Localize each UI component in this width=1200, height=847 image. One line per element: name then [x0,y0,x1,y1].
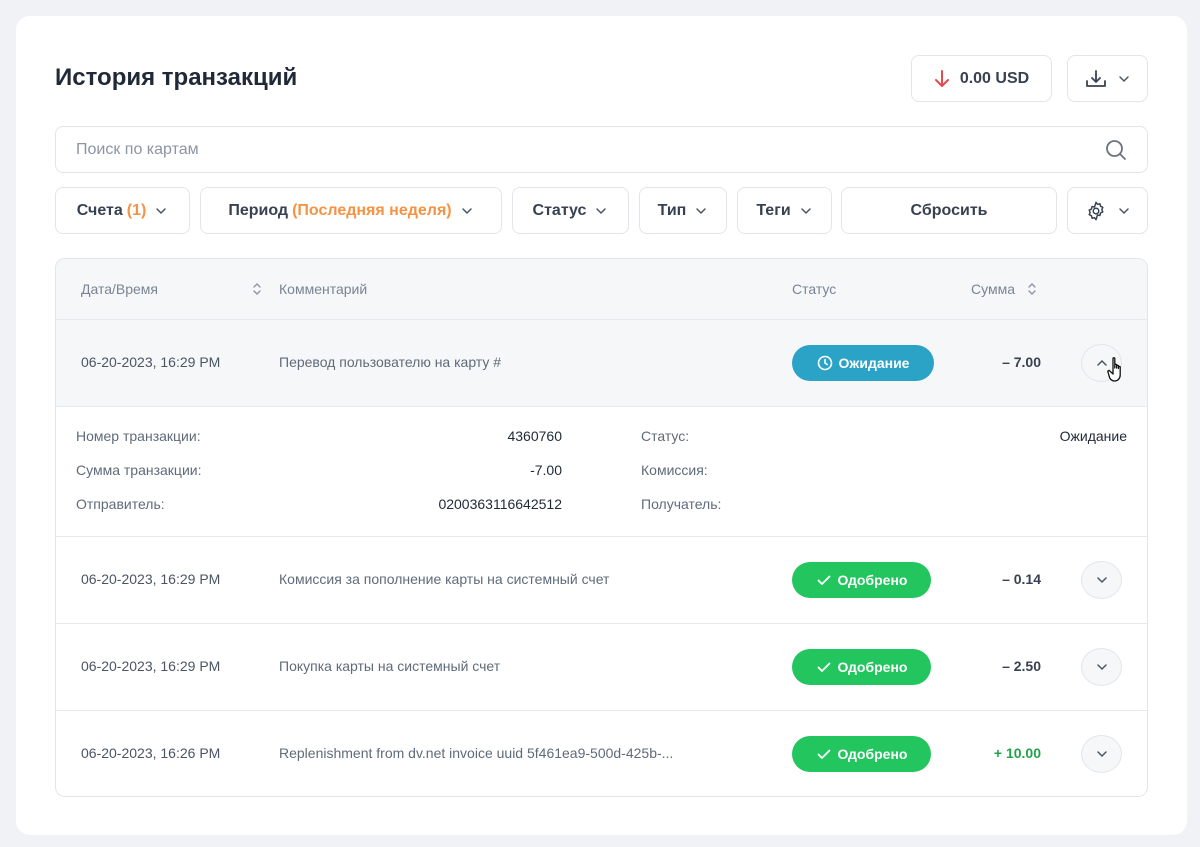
sort-icon[interactable] [1027,281,1037,297]
column-status-label: Статус [792,281,837,297]
filter-type[interactable]: Тип [639,187,727,234]
chevron-down-icon [696,207,707,214]
row-datetime: 06-20-2023, 16:29 PM [81,354,221,370]
settings-button[interactable] [1067,187,1148,234]
filter-status[interactable]: Статус [512,187,629,234]
reset-filters-label: Сбросить [910,201,988,219]
detail-status: Ожидание [1059,428,1127,444]
download-button[interactable] [1067,55,1148,102]
row-comment: Replenishment from dv.net invoice uuid 5… [279,745,674,761]
balance-button[interactable]: 0.00 USD [911,55,1052,102]
detail-sender: 0200363116642512 [438,496,562,512]
chevron-down-icon [1096,664,1107,671]
column-status: Статус [792,281,836,297]
search-input[interactable] [76,140,1105,159]
row-comment: Перевод пользователю на карту # [279,354,502,370]
column-datetime-label: Дата/Время [81,281,159,297]
expand-row-button[interactable] [1081,735,1122,773]
table-row[interactable]: 06-20-2023, 16:29 PM Комиссия за пополне… [56,537,1147,624]
chevron-down-icon [1096,751,1107,758]
row-amount: – 7.00 [1002,354,1041,370]
check-icon [817,662,830,672]
column-amount[interactable]: Сумма [971,281,1037,297]
filter-tags[interactable]: Теги [737,187,832,234]
status-badge-label: Одобрено [837,746,908,762]
filter-status-label: Статус [532,201,587,219]
column-datetime[interactable]: Дата/Время [81,281,262,297]
page-title: История транзакций [55,64,298,91]
row-comment: Комиссия за пополнение карты на системны… [279,571,610,587]
detail-tx-number: 4360760 [507,428,562,444]
filter-period-value: (Последняя неделя) [292,201,452,219]
balance-value: 0.00 USD [959,69,1030,87]
filter-accounts[interactable]: Счета (1) [55,187,190,234]
table-row[interactable]: 06-20-2023, 16:29 PM Покупка карты на си… [56,624,1147,711]
search-icon[interactable] [1105,139,1127,161]
expand-row-button[interactable] [1081,561,1122,599]
status-badge-label: Ожидание [838,355,910,371]
download-icon [1085,69,1106,87]
detail-sender-label: Отправитель: [76,496,165,512]
table-row[interactable]: 06-20-2023, 16:29 PM Перевод пользовател… [56,320,1147,407]
filter-period[interactable]: Период (Последняя неделя) [200,187,502,234]
detail-status-label: Статус: [641,428,690,444]
row-amount: + 10.00 [993,745,1041,761]
chevron-down-icon [461,207,472,214]
detail-fee-label: Комиссия: [641,462,708,478]
transactions-table: Дата/Время Комментарий Статус Сумма 06-2… [55,258,1148,797]
chevron-down-icon [596,207,607,214]
clock-icon [817,355,832,371]
status-badge: Одобрено [792,736,931,772]
row-amount: – 2.50 [1002,658,1041,674]
sort-icon[interactable] [252,281,262,297]
table-row[interactable]: 06-20-2023, 16:26 PM Replenishment from … [56,711,1147,796]
reset-filters-button[interactable]: Сбросить [841,187,1057,234]
arrow-down-icon [934,69,949,87]
column-comment-label: Комментарий [279,281,368,297]
status-badge: Одобрено [792,562,931,598]
filter-type-label: Тип [657,201,687,219]
row-datetime: 06-20-2023, 16:29 PM [81,571,221,587]
status-badge-label: Одобрено [837,659,908,675]
filter-period-label: Период [228,201,289,219]
cursor-pointer-icon [1107,357,1121,382]
search-bar [55,126,1148,173]
chevron-down-icon [1118,207,1129,214]
gear-icon [1087,201,1104,220]
column-amount-label: Сумма [971,281,1015,297]
filter-accounts-count: (1) [126,201,147,219]
detail-tx-amount: -7.00 [530,462,562,478]
filter-tags-label: Теги [756,201,791,219]
status-badge-label: Одобрено [837,572,908,588]
row-comment: Покупка карты на системный счет [279,658,501,674]
check-icon [817,749,830,759]
check-icon [817,575,830,585]
detail-recipient-label: Получатель: [641,496,722,512]
column-comment: Комментарий [279,281,367,297]
row-amount: – 0.14 [1002,571,1041,587]
chevron-down-icon [1096,577,1107,584]
row-datetime: 06-20-2023, 16:26 PM [81,745,221,761]
table-header: Дата/Время Комментарий Статус Сумма [56,259,1147,320]
chevron-down-icon [1118,75,1129,82]
filter-accounts-label: Счета [76,201,123,219]
chevron-down-icon [800,207,811,214]
expand-row-button[interactable] [1081,648,1122,686]
row-datetime: 06-20-2023, 16:29 PM [81,658,221,674]
detail-tx-amount-label: Сумма транзакции: [76,462,202,478]
chevron-down-icon [156,207,167,214]
transaction-details: Номер транзакции: 4360760 Сумма транзакц… [56,407,1147,537]
detail-tx-number-label: Номер транзакции: [76,428,201,444]
status-badge: Ожидание [792,345,934,381]
status-badge: Одобрено [792,649,931,685]
